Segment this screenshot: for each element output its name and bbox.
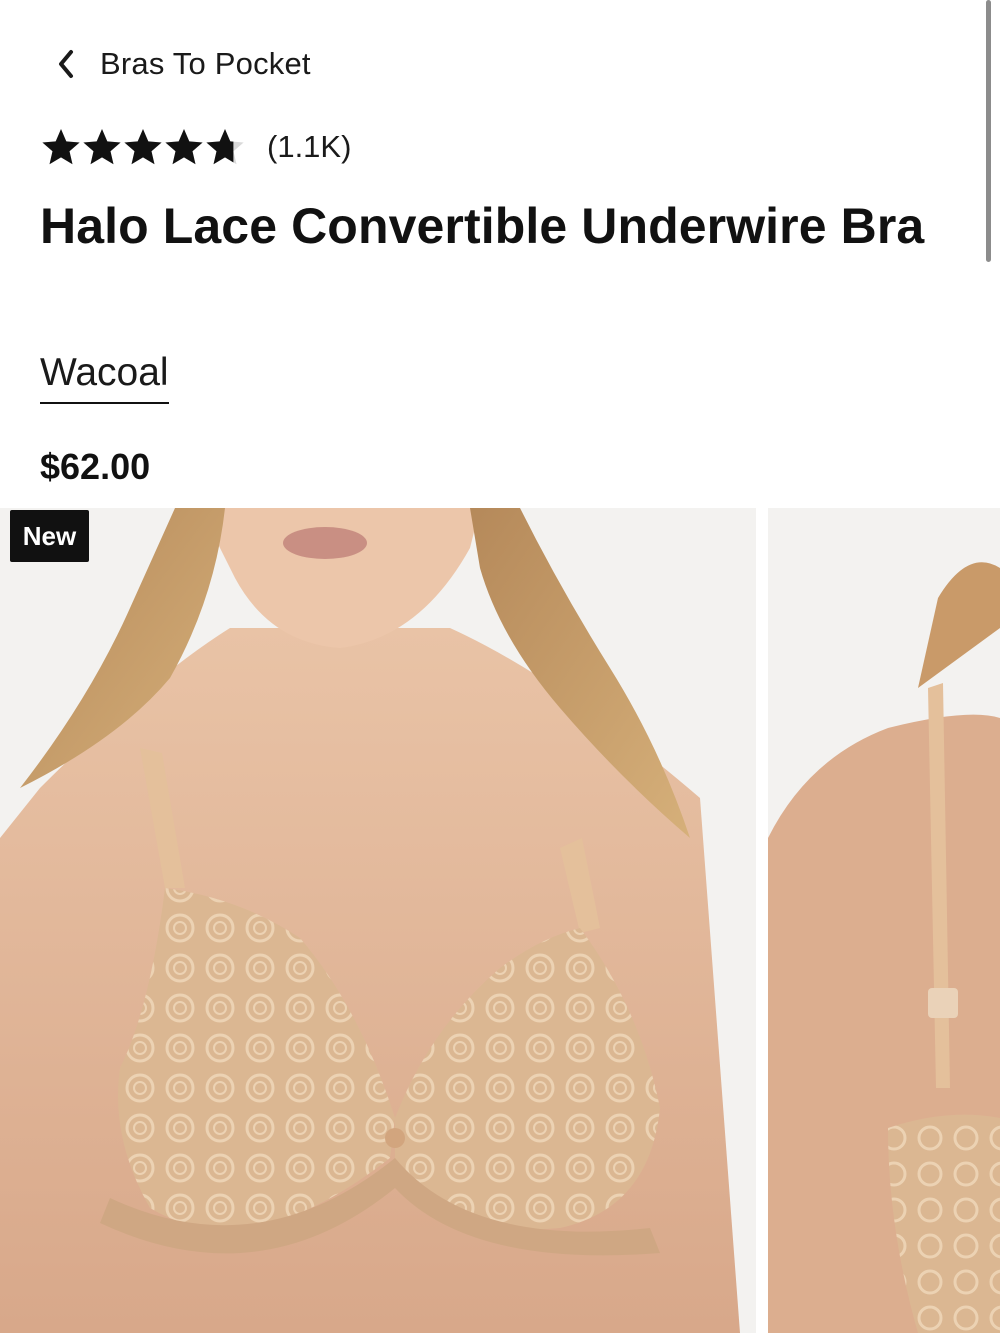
star-icon: [165, 129, 203, 165]
star-rating: [40, 126, 245, 168]
image-gallery[interactable]: [0, 508, 1000, 1333]
chevron-left-icon: [52, 42, 82, 86]
product-back-image[interactable]: [768, 508, 1000, 1333]
back-link[interactable]: Bras To Pocket: [52, 42, 311, 86]
product-title: Halo Lace Convertible Underwire Bra: [40, 198, 925, 254]
star-icon: [42, 129, 80, 165]
back-link-label: Bras To Pocket: [100, 46, 311, 81]
product-price: $62.00: [40, 446, 151, 487]
star-icon: [124, 129, 162, 165]
star-icon: [83, 129, 121, 165]
brand-link[interactable]: Wacoal: [40, 350, 169, 404]
star-icon: [206, 129, 244, 165]
page-scrollbar[interactable]: [986, 0, 991, 262]
rating-summary[interactable]: (1.1K): [40, 124, 351, 170]
review-count: (1.1K): [267, 129, 352, 164]
new-badge: New: [10, 510, 89, 562]
product-front-image[interactable]: [0, 508, 756, 1333]
